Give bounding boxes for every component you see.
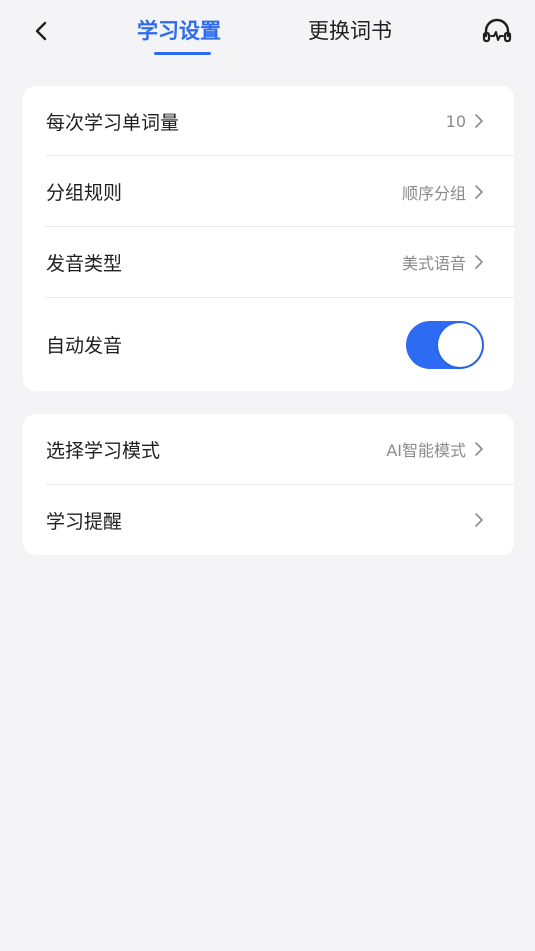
words-per-session-label: 每次学习单词量 [46, 111, 180, 134]
headset-button[interactable] [480, 16, 514, 46]
study-mode-label: 选择学习模式 [46, 439, 161, 462]
pronunciation-type-value: 美式语音 [401, 254, 466, 273]
toggle-knob [438, 322, 482, 367]
chevron-right-icon [475, 114, 483, 128]
auto-pronounce-label: 自动发音 [46, 335, 123, 357]
chevron-right-icon [475, 513, 483, 527]
headset-icon [482, 18, 512, 43]
top-nav-bar: 学习设置 更换词书 [0, 0, 535, 62]
chevron-right-icon [475, 255, 483, 269]
row-study-mode[interactable]: 选择学习模式 AI智能模式 [46, 414, 514, 484]
chevron-left-icon [35, 21, 47, 41]
row-auto-pronounce: 自动发音 [46, 298, 514, 391]
settings-card-mode: 选择学习模式 AI智能模式 学习提醒 [23, 414, 514, 555]
row-grouping-rule[interactable]: 分组规则 顺序分组 [46, 156, 514, 227]
back-button[interactable] [26, 14, 56, 48]
chevron-right-icon [475, 442, 483, 456]
row-study-reminder[interactable]: 学习提醒 [46, 485, 514, 555]
tab-change-wordbook[interactable]: 更换词书 [308, 14, 392, 48]
study-mode-value: AI智能模式 [386, 441, 466, 460]
grouping-rule-value: 顺序分组 [401, 183, 466, 203]
active-tab-indicator [154, 52, 211, 55]
auto-pronounce-toggle[interactable] [406, 320, 484, 369]
tab-study-settings[interactable]: 学习设置 [137, 14, 221, 48]
settings-card-main: 每次学习单词量 10 分组规则 顺序分组 发音类型 美式语音 自动发音 [23, 86, 514, 391]
study-reminder-label: 学习提醒 [46, 510, 123, 533]
row-words-per-session[interactable]: 每次学习单词量 10 [46, 86, 514, 156]
chevron-right-icon [475, 184, 483, 199]
words-per-session-value: 10 [445, 111, 466, 131]
grouping-rule-label: 分组规则 [46, 182, 123, 204]
pronunciation-type-label: 发音类型 [46, 252, 123, 275]
row-pronunciation-type[interactable]: 发音类型 美式语音 [46, 227, 514, 297]
